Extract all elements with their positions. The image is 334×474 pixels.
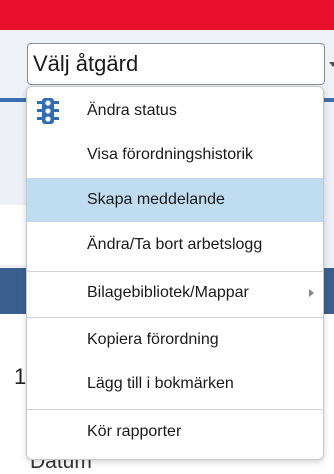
menu-item-bilagebibliotek[interactable]: Bilagebibliotek/Mappar [27, 271, 323, 315]
menu-item-label: Ändra/Ta bort arbetslogg [87, 236, 263, 253]
action-select-value: Välj åtgärd [33, 51, 139, 76]
menu-item-lagg-till-bokmarken[interactable]: Lägg till i bokmärken [27, 362, 323, 406]
top-red-bar [0, 0, 334, 30]
menu-item-label: Skapa meddelande [87, 191, 225, 208]
chevron-down-icon[interactable] [329, 62, 334, 67]
menu-item-label: Kör rapporter [87, 423, 182, 440]
action-menu: Ändra status Visa förordningshistorik Sk… [26, 86, 324, 460]
menu-item-kor-rapporter[interactable]: Kör rapporter [27, 410, 323, 454]
background-digit: 1 [14, 364, 27, 389]
traffic-light-icon [37, 98, 59, 124]
menu-item-label: Bilagebibliotek/Mappar [87, 284, 249, 301]
menu-item-skapa-meddelande[interactable]: Skapa meddelande [27, 178, 323, 222]
menu-item-label: Ändra status [87, 102, 177, 119]
menu-item-visa-forordningshistorik[interactable]: Visa förordningshistorik [27, 133, 323, 177]
submenu-arrow-icon [309, 289, 314, 297]
menu-item-kopiera-forordning[interactable]: Kopiera förordning [27, 318, 323, 362]
menu-item-label: Visa förordningshistorik [87, 146, 254, 163]
menu-item-label: Kopiera förordning [87, 331, 219, 348]
action-select[interactable]: Välj åtgärd [27, 43, 325, 85]
menu-item-andra-ta-bort-arbetslogg[interactable]: Ändra/Ta bort arbetslogg [27, 223, 323, 267]
menu-item-label: Lägg till i bokmärken [87, 375, 234, 392]
menu-item-andra-status[interactable]: Ändra status [27, 89, 323, 133]
